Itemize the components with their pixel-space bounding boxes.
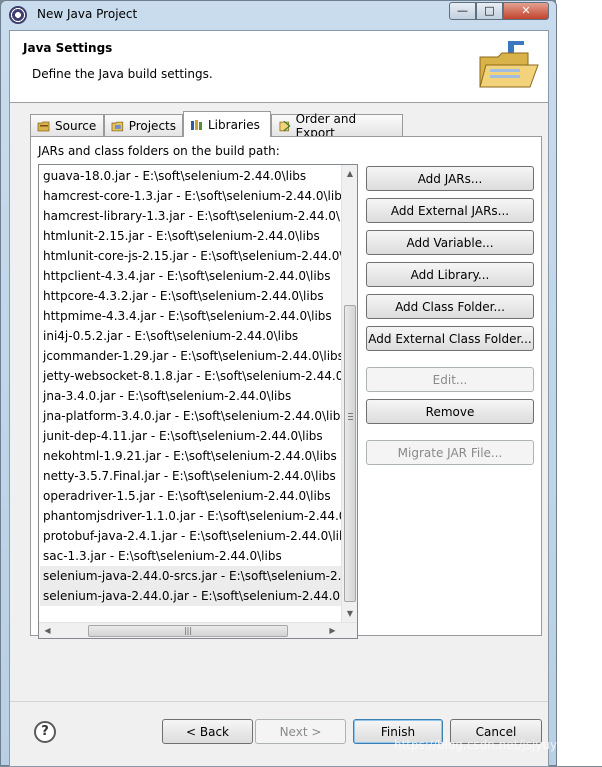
list-item[interactable]: hamcrest-library-1.3.jar - E:\soft\selen…	[40, 206, 343, 226]
folder-open-icon	[479, 41, 539, 88]
tab-source[interactable]: Source	[30, 114, 104, 136]
list-item[interactable]: httpcore-4.3.2.jar - E:\soft\selenium-2.…	[40, 286, 343, 306]
page-title: Java Settings	[23, 41, 113, 55]
watermark-text: https://blog.csdn.net/jsjyuyan	[394, 738, 573, 752]
list-item-selected[interactable]: selenium-java-2.44.0-srcs.jar - E:\soft\…	[40, 566, 343, 586]
scroll-left-arrow-icon[interactable]: ◀	[39, 623, 56, 638]
maximize-button[interactable]: □	[476, 2, 503, 20]
tab-label: Source	[55, 118, 97, 133]
eclipse-icon	[9, 6, 27, 24]
remove-button[interactable]: Remove	[366, 399, 534, 424]
scroll-up-arrow-icon[interactable]: ▲	[342, 165, 357, 182]
background-window-right	[556, 0, 602, 766]
horizontal-scrollbar[interactable]: ◀ ||| ▶	[39, 622, 357, 638]
list-item[interactable]: jna-3.4.0.jar - E:\soft\selenium-2.44.0\…	[40, 386, 343, 406]
vertical-scrollbar[interactable]: ▲ ▼	[341, 165, 357, 622]
vertical-scroll-thumb[interactable]	[344, 305, 356, 602]
wizard-header: Java Settings Define the Java build sett…	[10, 31, 548, 103]
horizontal-scroll-thumb[interactable]: |||	[88, 625, 288, 637]
list-item[interactable]: jcommander-1.29.jar - E:\soft\selenium-2…	[40, 346, 343, 366]
list-item[interactable]: htmlunit-2.15.jar - E:\soft\selenium-2.4…	[40, 226, 343, 246]
scroll-down-arrow-icon[interactable]: ▼	[342, 605, 357, 622]
list-item[interactable]: sac-1.3.jar - E:\soft\selenium-2.44.0\li…	[40, 546, 343, 566]
list-item[interactable]: nekohtml-1.9.21.jar - E:\soft\selenium-2…	[40, 446, 343, 466]
list-item[interactable]: netty-3.5.7.Final.jar - E:\soft\selenium…	[40, 466, 343, 486]
close-button[interactable]: ✕	[503, 2, 549, 20]
list-item[interactable]: ini4j-0.5.2.jar - E:\soft\selenium-2.44.…	[40, 326, 343, 346]
list-item[interactable]: jna-platform-3.4.0.jar - E:\soft\seleniu…	[40, 406, 343, 426]
tab-label: Libraries	[208, 117, 260, 132]
list-item[interactable]: protobuf-java-2.4.1.jar - E:\soft\seleni…	[40, 526, 343, 546]
list-item[interactable]: phantomjsdriver-1.1.0.jar - E:\soft\sele…	[40, 506, 343, 526]
dialog-client-area: Java Settings Define the Java build sett…	[9, 30, 549, 767]
tab-order-and-export[interactable]: Order and Export	[271, 112, 403, 140]
tab-libraries[interactable]: Libraries	[183, 111, 271, 137]
title-bar[interactable]: New Java Project — □ ✕	[1, 1, 556, 29]
migrate-jar-button[interactable]: Migrate JAR File...	[366, 440, 534, 465]
library-books-icon	[191, 119, 202, 130]
edit-button[interactable]: Edit...	[366, 367, 534, 392]
build-path-list[interactable]: guava-18.0.jar - E:\soft\selenium-2.44.0…	[38, 164, 358, 639]
list-item[interactable]: guava-18.0.jar - E:\soft\selenium-2.44.0…	[40, 166, 343, 186]
help-icon[interactable]: ?	[34, 721, 56, 743]
add-variable-button[interactable]: Add Variable...	[366, 230, 534, 255]
new-java-project-dialog: New Java Project — □ ✕ Java Settings Def…	[0, 0, 557, 767]
scroll-right-arrow-icon[interactable]: ▶	[324, 623, 341, 638]
back-button[interactable]: < Back	[162, 719, 253, 744]
list-item[interactable]: junit-dep-4.11.jar - E:\soft\selenium-2.…	[40, 426, 343, 446]
footer-divider	[10, 701, 548, 702]
build-path-label: JARs and class folders on the build path…	[38, 144, 280, 158]
list-item[interactable]: hamcrest-core-1.3.jar - E:\soft\selenium…	[40, 186, 343, 206]
source-folder-icon	[37, 121, 50, 131]
page-description: Define the Java build settings.	[32, 67, 213, 81]
add-class-folder-button[interactable]: Add Class Folder...	[366, 294, 534, 319]
list-rows: guava-18.0.jar - E:\soft\selenium-2.44.0…	[40, 166, 343, 623]
next-button[interactable]: Next >	[255, 719, 346, 744]
list-item[interactable]: htmlunit-core-js-2.15.jar - E:\soft\sele…	[40, 246, 343, 266]
add-external-jars-button[interactable]: Add External JARs...	[366, 198, 534, 223]
projects-folder-icon	[111, 121, 124, 131]
tab-label: Projects	[128, 118, 176, 133]
libraries-panel: JARs and class folders on the build path…	[30, 136, 542, 639]
list-item[interactable]: httpclient-4.3.4.jar - E:\soft\selenium-…	[40, 266, 343, 286]
window-title: New Java Project	[37, 7, 138, 21]
list-item[interactable]: operadriver-1.5.jar - E:\soft\selenium-2…	[40, 486, 343, 506]
add-external-class-folder-button[interactable]: Add External Class Folder...	[366, 326, 534, 351]
minimize-button[interactable]: —	[449, 2, 476, 20]
list-item[interactable]: httpmime-4.3.4.jar - E:\soft\selenium-2.…	[40, 306, 343, 326]
tab-projects[interactable]: Projects	[104, 114, 183, 136]
add-jars-button[interactable]: Add JARs...	[366, 166, 534, 191]
add-library-button[interactable]: Add Library...	[366, 262, 534, 287]
list-item[interactable]: jetty-websocket-8.1.8.jar - E:\soft\sele…	[40, 366, 343, 386]
list-item-selected[interactable]: selenium-java-2.44.0.jar - E:\soft\selen…	[40, 586, 343, 606]
order-export-icon	[279, 120, 291, 131]
